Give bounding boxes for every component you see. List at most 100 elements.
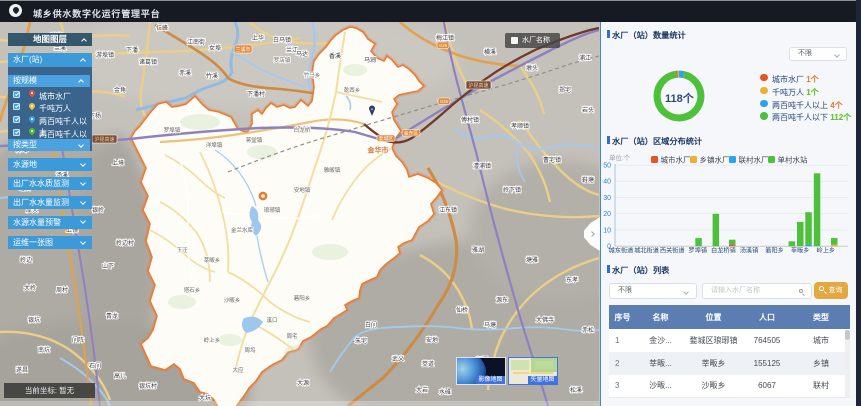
svg-text:下潘村: 下潘村 <box>247 90 265 98</box>
svg-text:罗店镇: 罗店镇 <box>274 56 291 64</box>
svg-text:联村水厂: 联村水厂 <box>739 155 769 165</box>
svg-text:茭道: 茭道 <box>422 360 434 368</box>
svg-text:朱宅: 朱宅 <box>355 337 367 345</box>
svg-text:大佛寺: 大佛寺 <box>536 316 554 324</box>
svg-text:城北街道: 城北街道 <box>634 247 659 255</box>
svg-text:武义: 武义 <box>392 355 404 363</box>
svg-text:周宅: 周宅 <box>286 332 298 340</box>
svg-text:仁峰: 仁峰 <box>156 24 168 32</box>
svg-text:岭边: 岭边 <box>20 256 32 264</box>
svg-text:赤松: 赤松 <box>582 326 594 334</box>
svg-text:30: 30 <box>603 195 611 202</box>
svg-text:上境: 上境 <box>112 159 124 167</box>
svg-text:水碓: 水碓 <box>439 388 451 396</box>
svg-text:大源: 大源 <box>297 379 309 387</box>
svg-text:周坞: 周坞 <box>244 346 256 354</box>
svg-text:金华市: 金华市 <box>367 146 389 155</box>
svg-text:江南街: 江南街 <box>187 38 205 46</box>
svg-text:溪口: 溪口 <box>266 316 277 324</box>
svg-text:雅湖: 雅湖 <box>472 246 484 254</box>
svg-text:门阵: 门阵 <box>72 336 84 344</box>
svg-text:香溪: 香溪 <box>329 52 341 60</box>
svg-text:乡镇水厂: 乡镇水厂 <box>700 155 730 165</box>
svg-text:琅琊镇: 琅琊镇 <box>264 206 281 214</box>
svg-text:大坑: 大坑 <box>199 394 211 402</box>
svg-text:南坑: 南坑 <box>38 346 50 354</box>
svg-text:大岭: 大岭 <box>24 284 36 292</box>
svg-text:G25: G25 <box>440 99 449 104</box>
svg-text:罗埠镇: 罗埠镇 <box>689 247 708 255</box>
svg-text:上华: 上华 <box>252 34 264 42</box>
svg-text:50: 50 <box>603 163 611 170</box>
svg-text:沙畈乡: 沙畈乡 <box>224 296 241 304</box>
svg-text:大岩: 大岩 <box>416 386 428 394</box>
svg-text:下汪: 下汪 <box>176 246 188 254</box>
svg-text:乾西乡: 乾西乡 <box>344 86 361 94</box>
svg-text:婺城区: 婺城区 <box>379 135 394 142</box>
svg-text:莘畈乡: 莘畈乡 <box>791 247 810 255</box>
svg-text:金兰水库: 金兰水库 <box>231 226 254 234</box>
svg-text:金角: 金角 <box>114 86 126 94</box>
svg-text:40: 40 <box>603 179 611 186</box>
svg-text:沪昆高速: 沪昆高速 <box>468 82 488 89</box>
svg-text:高儿: 高儿 <box>114 372 126 380</box>
svg-text:东孝: 东孝 <box>566 276 578 284</box>
svg-text:箬阳乡: 箬阳乡 <box>765 247 784 255</box>
svg-text:竹溪: 竹溪 <box>206 72 218 80</box>
svg-text:鞋塘: 鞋塘 <box>582 176 594 184</box>
svg-text:西关街道: 西关街道 <box>660 247 685 255</box>
svg-text:银坑村: 银坑村 <box>139 382 157 390</box>
svg-text:单村水站: 单村水站 <box>778 155 808 165</box>
svg-text:源东: 源东 <box>496 296 508 304</box>
svg-text:单位:个: 单位:个 <box>609 153 631 162</box>
svg-text:浦江: 浦江 <box>579 54 591 62</box>
svg-text:墩头: 墩头 <box>526 64 538 72</box>
svg-text:山下: 山下 <box>102 262 114 270</box>
svg-text:曹宅镇: 曹宅镇 <box>543 156 561 164</box>
svg-text:横溪: 横溪 <box>484 48 496 56</box>
svg-text:下潘: 下潘 <box>126 46 138 54</box>
svg-text:澧浦镇: 澧浦镇 <box>473 162 491 170</box>
svg-text:岭下镇: 岭下镇 <box>503 186 521 194</box>
svg-text:青龙: 青龙 <box>106 312 118 320</box>
svg-text:马塘: 马塘 <box>484 321 496 329</box>
svg-text:箬阳乡: 箬阳乡 <box>294 294 311 302</box>
svg-text:石门: 石门 <box>89 362 101 370</box>
svg-text:游埠镇: 游埠镇 <box>96 51 114 59</box>
svg-text:10: 10 <box>603 227 611 234</box>
svg-text:竹马乡: 竹马乡 <box>304 71 321 79</box>
svg-text:遂昌: 遂昌 <box>16 366 28 374</box>
svg-text:雅畈镇: 雅畈镇 <box>324 166 341 174</box>
svg-text:周村: 周村 <box>56 286 68 294</box>
svg-text:马涧: 马涧 <box>364 56 376 64</box>
svg-text:赤溪: 赤溪 <box>179 69 191 77</box>
svg-text:郑宅: 郑宅 <box>559 86 571 94</box>
svg-text:洋埠镇: 洋埠镇 <box>206 141 223 149</box>
svg-text:安地: 安地 <box>426 336 438 344</box>
svg-text:大应: 大应 <box>232 366 244 374</box>
svg-text:白马镇: 白马镇 <box>273 36 291 44</box>
svg-text:沪昆高速: 沪昆高速 <box>94 136 114 143</box>
svg-text:银坑: 银坑 <box>28 316 40 324</box>
svg-text:G25: G25 <box>439 43 448 48</box>
svg-text:罗埠镇: 罗埠镇 <box>164 126 181 134</box>
svg-text:岭上乡: 岭上乡 <box>204 336 221 344</box>
svg-text:马达: 马达 <box>296 50 308 58</box>
svg-text:20: 20 <box>603 211 611 218</box>
svg-text:塔石乡: 塔石乡 <box>184 286 201 294</box>
svg-text:岭上乡: 岭上乡 <box>817 247 836 255</box>
svg-text:江东镇: 江东镇 <box>439 206 457 214</box>
svg-text:银岭: 银岭 <box>92 206 104 214</box>
svg-text:傅村镇: 傅村镇 <box>461 116 479 124</box>
svg-text:孝顺镇: 孝顺镇 <box>511 122 529 130</box>
svg-text:诸葛镇: 诸葛镇 <box>139 58 157 66</box>
svg-text:梅江镇: 梅江镇 <box>436 34 454 42</box>
svg-text:城市水厂: 城市水厂 <box>661 155 691 165</box>
svg-text:汤溪镇: 汤溪镇 <box>740 247 759 255</box>
svg-text:莘畈乡: 莘畈乡 <box>204 256 221 264</box>
svg-text:白龙桥镇: 白龙桥镇 <box>711 247 736 255</box>
svg-text:金东区: 金东区 <box>404 129 419 136</box>
svg-text:蒋堂镇: 蒋堂镇 <box>246 136 263 144</box>
svg-text:松溪: 松溪 <box>570 386 582 394</box>
svg-text:安地镇: 安地镇 <box>294 186 311 194</box>
